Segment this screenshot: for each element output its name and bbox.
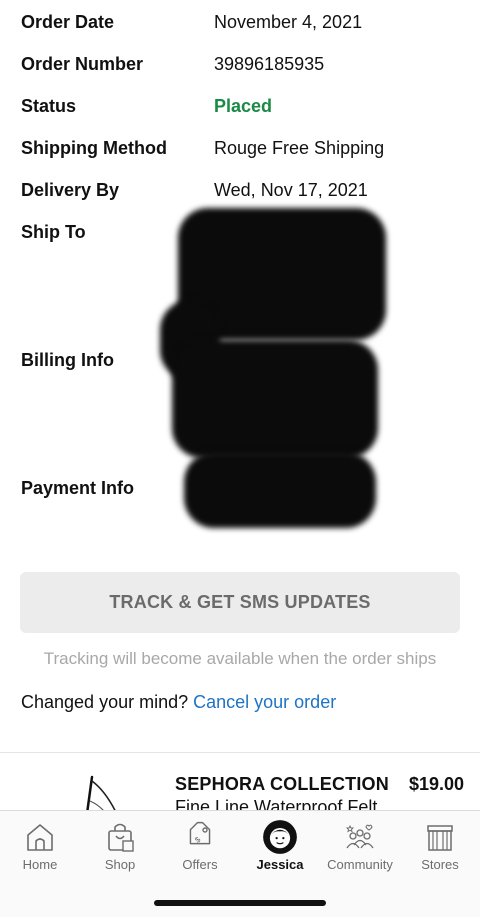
delivery-by-row: Delivery By Wed, Nov 17, 2021	[21, 180, 461, 208]
tab-community[interactable]: Community	[320, 811, 400, 881]
shipping-method-row: Shipping Method Rouge Free Shipping	[21, 138, 461, 166]
billing-info-label: Billing Info	[21, 350, 114, 370]
offer-tag-icon: $	[189, 821, 211, 845]
tab-label: Stores	[421, 857, 459, 872]
home-indicator[interactable]	[154, 900, 326, 906]
changed-mind-text: Changed your mind?	[21, 692, 189, 712]
status-value: Placed	[214, 96, 273, 116]
profile-avatar-icon	[263, 820, 297, 854]
order-date-label: Order Date	[21, 12, 115, 32]
shopping-bag-icon	[108, 823, 134, 852]
product-list-item[interactable]: SEPHORA COLLECTION $19.00 Fine Line Wate…	[0, 753, 480, 810]
community-icon	[345, 824, 374, 849]
order-date-value: November 4, 2021	[214, 12, 363, 32]
tab-label: Jessica	[256, 857, 304, 872]
status-label: Status	[21, 96, 77, 116]
tab-shop[interactable]: Shop	[80, 811, 160, 881]
tab-label: Community	[327, 857, 393, 872]
payment-info-label: Payment Info	[21, 478, 135, 498]
order-number-value: 39896185935	[214, 54, 325, 74]
status-row: Status Placed	[21, 96, 461, 124]
tab-label: Home	[22, 857, 58, 872]
order-number-row: Order Number 39896185935	[21, 54, 461, 82]
product-brand: SEPHORA COLLECTION	[175, 774, 389, 794]
tab-offers[interactable]: $ Offers	[160, 811, 240, 881]
product-name: Fine Line Waterproof Felt	[175, 797, 378, 810]
tab-label: Offers	[182, 857, 218, 872]
delivery-by-value: Wed, Nov 17, 2021	[214, 180, 368, 200]
tab-stores[interactable]: Stores	[400, 811, 480, 881]
product-thumbnail	[86, 775, 116, 810]
tab-label: Shop	[104, 857, 136, 872]
tab-jessica[interactable]: Jessica	[240, 811, 320, 881]
redaction-mark	[184, 452, 376, 528]
cancel-order-line: Changed your mind? Cancel your order	[21, 692, 336, 713]
delivery-by-label: Delivery By	[21, 180, 120, 200]
ship-to-label: Ship To	[21, 222, 86, 242]
order-date-row: Order Date November 4, 2021	[21, 12, 461, 40]
shipping-method-value: Rouge Free Shipping	[214, 138, 385, 158]
tracking-note: Tracking will become available when the …	[43, 649, 437, 668]
redaction-mark	[172, 340, 378, 458]
tab-home[interactable]: Home	[0, 811, 80, 881]
home-icon	[27, 824, 53, 851]
order-number-label: Order Number	[21, 54, 144, 74]
shipping-method-label: Shipping Method	[21, 138, 167, 158]
track-sms-updates-button[interactable]: TRACK & GET SMS UPDATES	[20, 572, 460, 633]
store-icon	[427, 825, 453, 851]
product-price: $19.00	[408, 774, 464, 794]
cancel-order-link[interactable]: Cancel your order	[193, 692, 336, 712]
